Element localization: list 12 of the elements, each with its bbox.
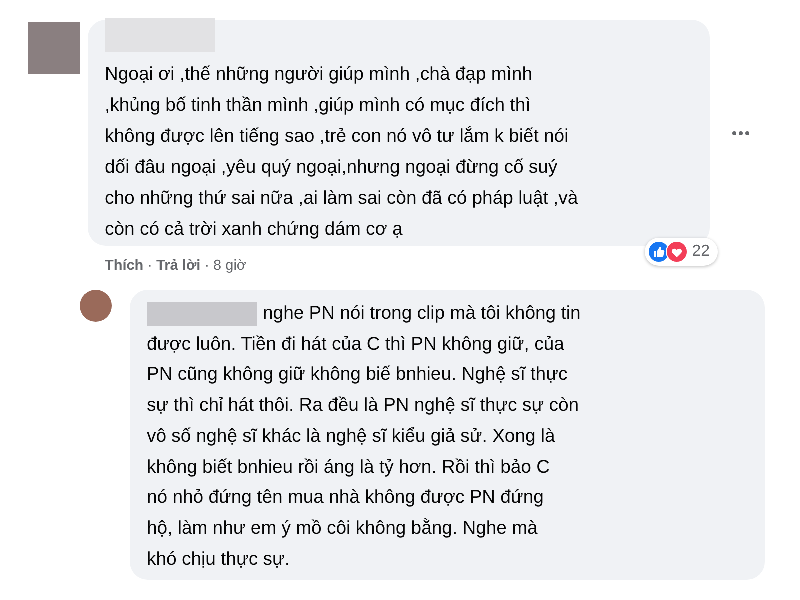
avatar-placeholder <box>80 290 112 322</box>
action-link[interactable]: Thích <box>105 258 144 274</box>
comment-time[interactable]: 8 giờ <box>214 258 246 274</box>
reply-text: nghe PN nói trong clip mà tôi không tin được luôn. Tiền đi hát của C thì PN không giữ, của PN cũng không giữ không biế bnhieu. Nghệ sĩ thực sự thì chỉ hát thôi. Ra đều là PN nghệ sĩ thực sự còn vô số nghệ sĩ khác là nghệ sĩ kiểu giả sử. Xong là không biết bnhieu rồi áng là tỷ hơn. Rồi thì bảo C nó nhỏ đứng tên mua nhà không được PN đứng hộ, làm như em ý mồ côi không bằng. Nghe mà khó chịu thực sự. <box>147 301 581 571</box>
separator-dot: · <box>204 258 210 274</box>
separator-dot: · <box>148 258 153 274</box>
reaction-summary[interactable]: 22 <box>645 238 718 266</box>
heart-reaction-icon <box>666 241 688 263</box>
avatar-placeholder <box>28 22 80 74</box>
more-options-icon[interactable] <box>732 130 750 136</box>
comment-text: Ngoại ơi ,thế những người giúp mình ,chà đạp mình ,khủng bố tinh thần mình ,giúp mình có mục đích thì không được lên tiếng sao ,trẻ con nó vô tư lắm k biết nói dối đâu ngoại ,yêu quý ngoại,nhưng ngoại đừng cố suý cho những thứ sai nữa ,ai làm sai còn đã có pháp luật ,và còn có cả trời xanh chứng dám cơ ạ <box>105 62 578 241</box>
action-link[interactable]: Trả lời <box>156 258 201 274</box>
